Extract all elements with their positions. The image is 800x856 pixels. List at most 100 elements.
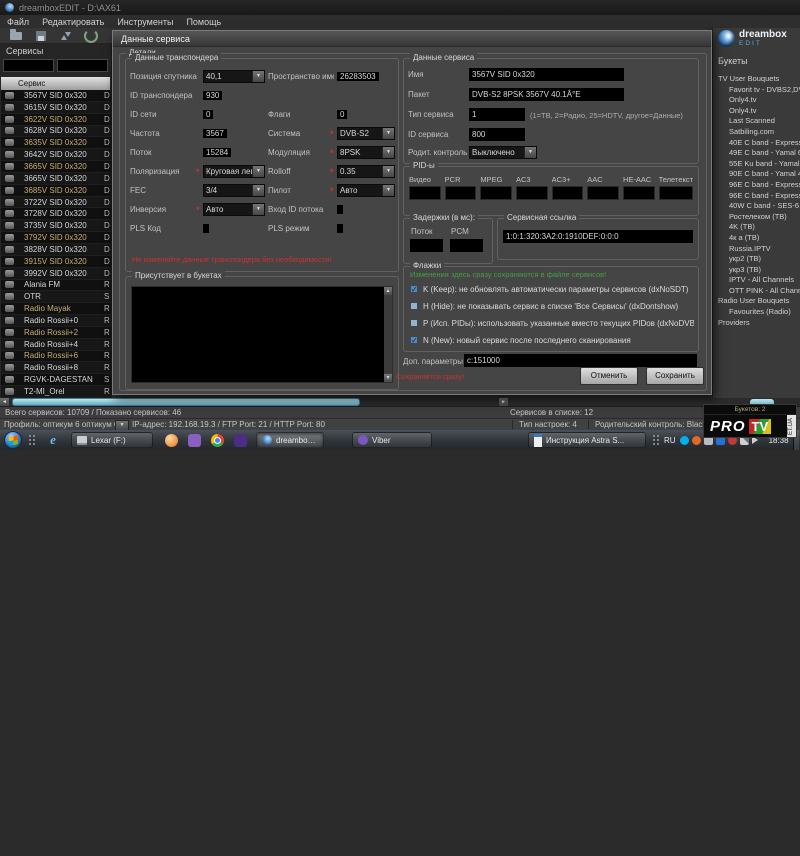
toolbar-reload-button[interactable]	[83, 29, 99, 42]
dropdown[interactable]: Круговая лев▼	[203, 165, 265, 178]
flag-row[interactable]: ✓N (New): новый сервис после последнего …	[410, 334, 694, 346]
bouquet-item[interactable]: 90E C band - Yamal 40	[713, 169, 800, 180]
menu-item[interactable]: Помощь	[186, 17, 221, 27]
dialog-title[interactable]: Данные сервиса	[113, 31, 711, 47]
extra-parameters-input[interactable]: c:151000	[464, 354, 697, 367]
pid-input[interactable]	[659, 186, 693, 200]
scrollbar-track[interactable]	[9, 398, 499, 406]
text-input[interactable]: 15284	[203, 148, 231, 157]
service-row[interactable]: 3915V SID 0x320D	[1, 256, 111, 268]
parental-control-dropdown[interactable]: Выключено ▼	[469, 146, 537, 159]
service-row[interactable]: 3722V SID 0x320D	[1, 197, 111, 209]
service-row[interactable]: 3665V SID 0x320D	[1, 161, 111, 173]
flag-row[interactable]: P (Исп. PIDы): использовать указанные вм…	[410, 317, 694, 329]
scrollbar-thumb[interactable]	[12, 398, 360, 406]
start-button[interactable]	[4, 431, 22, 449]
taskbar-button-lexar[interactable]: Lexar (F:)	[71, 432, 153, 448]
dropdown[interactable]: 0.35▼	[337, 165, 395, 178]
bouquet-item[interactable]: Ростелеком (ТВ)	[713, 212, 800, 223]
service-row[interactable]: 3735V SID 0x320D	[1, 220, 111, 232]
service-row[interactable]: 3665V SID 0x320D	[1, 173, 111, 185]
service-row[interactable]: 3728V SID 0x320D	[1, 208, 111, 220]
flag-row[interactable]: ✓K (Keep): не обновлять автоматически па…	[410, 283, 694, 295]
bouquet-item[interactable]: Favorit tv - DVBS2,DVB	[713, 85, 800, 96]
chevron-down-icon[interactable]: ▼	[252, 71, 264, 82]
pid-input[interactable]	[480, 186, 512, 200]
pid-input[interactable]	[587, 186, 619, 200]
bouquet-item[interactable]: укр3 (ТВ)	[713, 265, 800, 276]
services-filter-input-2[interactable]	[57, 59, 108, 72]
internet-explorer-icon[interactable]: e	[44, 432, 62, 448]
service-name-input[interactable]: 3567V SID 0x320	[469, 68, 624, 81]
dropdown[interactable]: Авто▼	[203, 203, 265, 216]
service-row[interactable]: Radio Rossii+6R	[1, 351, 111, 363]
skype-icon[interactable]	[680, 436, 689, 445]
video-player-icon[interactable]	[188, 434, 201, 447]
bouquet-item[interactable]: 55E Ku band - Yamal 4	[713, 159, 800, 170]
toolbar-open-folder-button[interactable]	[8, 29, 24, 42]
text-input[interactable]: 0	[337, 110, 347, 119]
bouquet-item[interactable]: 49E C band - Yamal 60	[713, 148, 800, 159]
chevron-down-icon[interactable]: ▼	[382, 147, 394, 158]
service-package-input[interactable]: DVB-S2 8PSK 3567V 40.1Â°E	[469, 88, 624, 101]
bouquet-presence-listbox[interactable]: ▲ ▼	[131, 286, 393, 383]
cancel-button[interactable]: Отменить	[580, 367, 638, 385]
service-row[interactable]: 3992V SID 0x320D	[1, 268, 111, 280]
taskbar-button-instruction[interactable]: Инструкция Astra S...	[528, 432, 646, 448]
bouquet-item[interactable]: TV User Bouquets	[713, 74, 800, 85]
bouquet-item[interactable]: укр2 (ТВ)	[713, 254, 800, 265]
dropdown[interactable]: Авто▼	[337, 184, 395, 197]
service-row[interactable]: Radio Rossii+2R	[1, 327, 111, 339]
bouquet-item[interactable]: Favourites (Radio)	[713, 307, 800, 318]
language-indicator[interactable]: RU	[664, 436, 676, 445]
bouquet-item[interactable]: 40E C band - Express A	[713, 138, 800, 149]
service-row[interactable]: Radio MayakR	[1, 303, 111, 315]
scroll-right-arrow[interactable]: ►	[499, 398, 508, 406]
bouquet-item[interactable]: 40W C band - SES-6 (T	[713, 201, 800, 212]
services-horizontal-scrollbar[interactable]: ◄ ►	[0, 398, 508, 406]
text-input[interactable]	[337, 224, 343, 233]
pcm-delay-input[interactable]	[450, 239, 483, 252]
taskbar-button-viber[interactable]: Viber	[352, 432, 432, 448]
text-input[interactable]: 930	[203, 91, 222, 100]
chevron-down-icon[interactable]: ▼	[382, 185, 394, 196]
chevron-down-icon[interactable]: ▼	[382, 128, 394, 139]
text-input[interactable]: 0	[203, 110, 213, 119]
vertical-scrollbar[interactable]: ▲ ▼	[384, 287, 392, 382]
service-id-input[interactable]: 800	[469, 128, 525, 141]
bouquet-item[interactable]: Russia.IPTV	[713, 244, 800, 255]
stream-delay-input[interactable]	[410, 239, 443, 252]
chevron-down-icon[interactable]: ▼	[252, 204, 264, 215]
text-input[interactable]: 3567	[203, 129, 227, 138]
app-purple-icon[interactable]	[234, 434, 247, 447]
media-player-icon[interactable]	[165, 434, 178, 447]
service-row[interactable]: 3828V SID 0x320D	[1, 244, 111, 256]
services-column-header[interactable]: Сервис	[1, 77, 110, 90]
flag-row[interactable]: H (Hide): не показывать сервис в списке …	[410, 300, 694, 312]
service-row[interactable]: Alania FMR	[1, 280, 111, 292]
dropdown[interactable]: DVB-S2▼	[337, 127, 395, 140]
text-input[interactable]	[203, 224, 209, 233]
service-row[interactable]: OTRS	[1, 291, 111, 303]
menu-item[interactable]: Редактировать	[42, 17, 104, 27]
bouquet-item[interactable]: Providers	[713, 318, 800, 329]
service-type-input[interactable]: 1	[469, 108, 525, 121]
service-row[interactable]: T2-MI_OrelR	[1, 386, 111, 398]
checkbox-checked[interactable]: ✓	[410, 285, 418, 293]
chrome-icon[interactable]	[211, 434, 224, 447]
bouquet-item[interactable]: Last Scanned	[713, 116, 800, 127]
chevron-down-icon[interactable]: ▼	[252, 185, 264, 196]
toolbar-ftp-transfer-button[interactable]	[58, 29, 74, 42]
checkbox[interactable]	[410, 319, 418, 327]
chevron-down-icon[interactable]: ▼	[382, 166, 394, 177]
chevron-down-icon[interactable]: ▼	[524, 147, 536, 158]
bouquet-item[interactable]: Radio User Bouquets	[713, 296, 800, 307]
pid-input[interactable]	[409, 186, 441, 200]
dropdown[interactable]: 8PSK▼	[337, 146, 395, 159]
dropdown[interactable]: 3/4▼	[203, 184, 265, 197]
text-input[interactable]	[337, 205, 343, 214]
service-row[interactable]: 3628V SID 0x320D	[1, 126, 111, 138]
menu-item[interactable]: Инструменты	[117, 17, 173, 27]
bouquet-item[interactable]: OTT PINK - All Chann	[713, 286, 800, 297]
bouquet-item[interactable]: 4K (ТВ)	[713, 222, 800, 233]
